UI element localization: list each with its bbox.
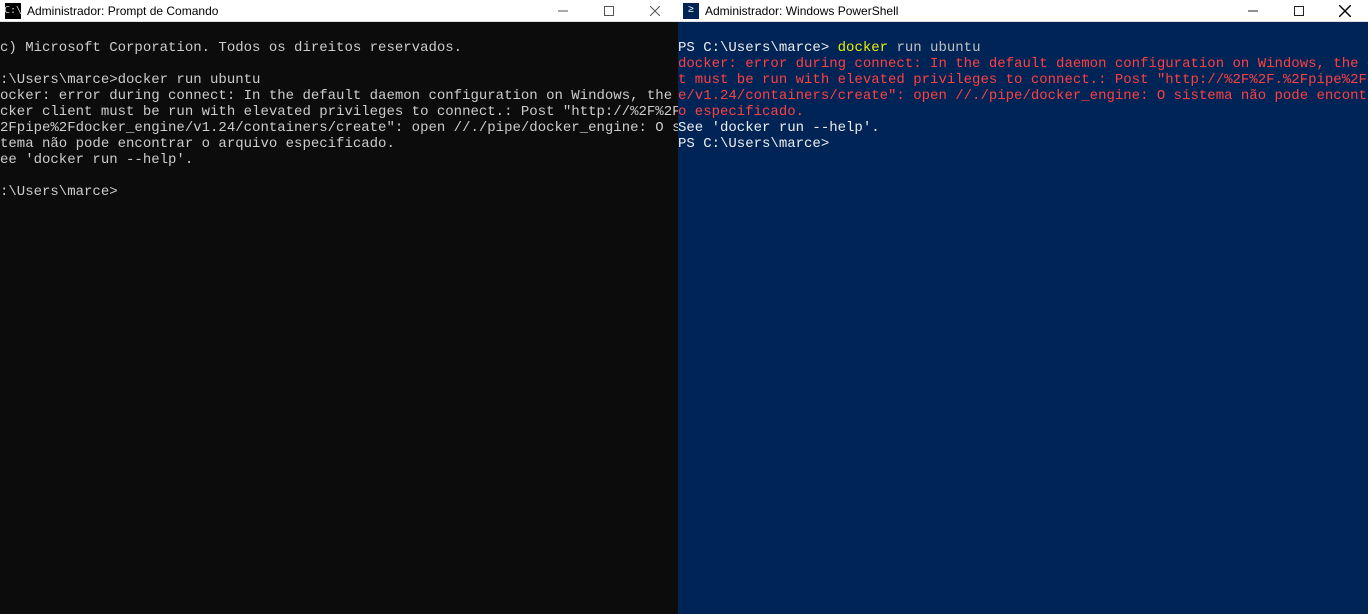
ps-titlebar[interactable]: ≥ Administrador: Windows PowerShell (678, 0, 1368, 22)
ps-window-controls (1230, 0, 1368, 21)
ps-error-line: docker: error during connect: In the def… (678, 56, 1368, 72)
ps-error-line: e/v1.24/containers/create": open //./pip… (678, 88, 1368, 104)
cmd-line: ocker: error during connect: In the defa… (0, 88, 678, 104)
minimize-button[interactable] (1230, 0, 1276, 21)
maximize-button[interactable] (1276, 0, 1322, 21)
cmd-line: tema não pode encontrar o arquivo especi… (0, 136, 395, 152)
ps-error-line: o especificado. (678, 104, 804, 120)
maximize-button[interactable] (586, 0, 632, 21)
cmd-icon: C:\ (5, 3, 21, 19)
cmd-titlebar[interactable]: C:\ Administrador: Prompt de Comando (0, 0, 678, 22)
powershell-icon: ≥ (683, 3, 699, 19)
cmd-line: cker client must be run with elevated pr… (0, 104, 678, 120)
ps-prompt: PS C:\Users\marce> (678, 136, 829, 152)
powershell-window: ≥ Administrador: Windows PowerShell PS C… (678, 0, 1368, 614)
cmd-line: c) Microsoft Corporation. Todos os direi… (0, 40, 462, 56)
ps-command-docker: docker (838, 40, 897, 56)
cmd-line: 2Fpipe%2Fdocker_engine/v1.24/containers/… (0, 120, 678, 136)
ps-output-line: See 'docker run --help'. (678, 120, 880, 136)
minimize-button[interactable] (540, 0, 586, 21)
ps-prompt-prefix: PS C:\Users\marce> (678, 40, 838, 56)
cmd-window-controls (540, 0, 678, 21)
close-button[interactable] (1322, 0, 1368, 21)
ps-error-line: t must be run with elevated privileges t… (678, 72, 1368, 88)
cmd-window: C:\ Administrador: Prompt de Comando c) … (0, 0, 678, 614)
cmd-line: ee 'docker run --help'. (0, 152, 193, 168)
ps-prompt-line: PS C:\Users\marce> docker run ubuntu (678, 40, 980, 56)
cmd-title-text: Administrador: Prompt de Comando (27, 4, 540, 18)
ps-terminal[interactable]: PS C:\Users\marce> docker run ubuntu doc… (678, 22, 1368, 614)
cmd-prompt: :\Users\marce> (0, 184, 118, 200)
cmd-line: :\Users\marce>docker run ubuntu (0, 72, 260, 88)
ps-command-args: run ubuntu (896, 40, 980, 56)
cmd-terminal[interactable]: c) Microsoft Corporation. Todos os direi… (0, 22, 678, 614)
ps-title-text: Administrador: Windows PowerShell (705, 4, 1230, 18)
close-button[interactable] (632, 0, 678, 21)
